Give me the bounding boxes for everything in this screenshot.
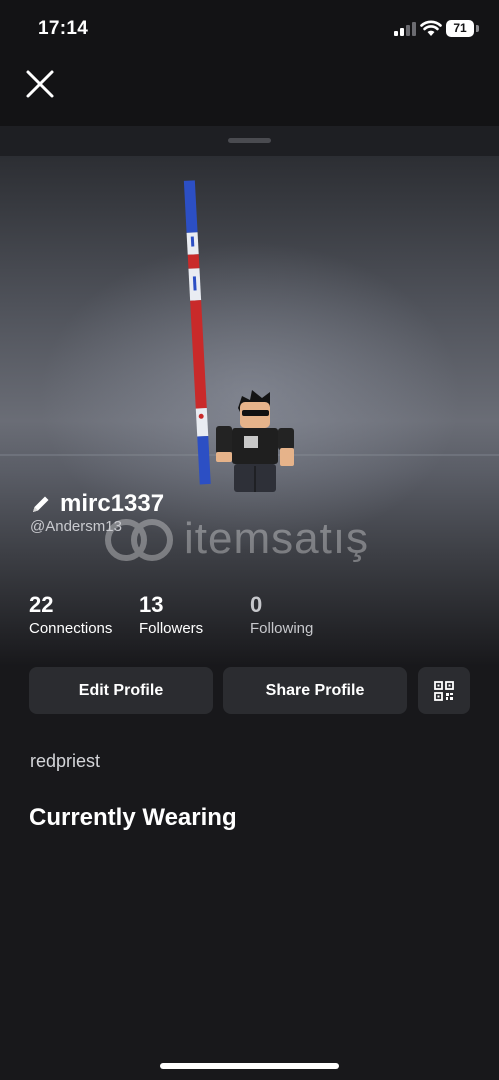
stat-connections[interactable]: 22 Connections [29, 592, 112, 637]
stat-value: 22 [29, 592, 54, 617]
watermark-text: itemsatış [184, 514, 370, 563]
battery-tip [476, 25, 479, 32]
stat-value: 0 [250, 592, 263, 617]
stat-label: Connections [29, 620, 113, 637]
cellular-signal-icon [394, 22, 416, 36]
share-profile-button[interactable]: Share Profile [223, 667, 407, 714]
top-header [0, 60, 499, 126]
battery-level: 71 [446, 20, 474, 37]
username-row: mirc1337 [30, 486, 164, 522]
qr-code-icon [434, 680, 454, 701]
avatar-scene: itemsatış [0, 156, 499, 666]
drag-handle[interactable] [228, 138, 271, 143]
wifi-icon [420, 20, 442, 36]
status-bar: 17:14 71 [0, 0, 499, 60]
close-icon[interactable] [20, 64, 60, 104]
username-handle: @Andersm13 [30, 518, 122, 535]
status-time: 17:14 [38, 18, 89, 39]
currently-wearing-heading: Currently Wearing [29, 804, 237, 831]
pencil-icon[interactable] [30, 493, 52, 515]
battery-icon: 71 [446, 20, 479, 37]
stat-followers[interactable]: 13 Followers [139, 592, 203, 637]
edit-profile-button[interactable]: Edit Profile [29, 667, 213, 714]
profile-bio: redpriest [30, 751, 101, 771]
avatar-figure [183, 180, 294, 492]
display-name: mirc1337 [60, 490, 165, 517]
stat-value: 13 [139, 592, 164, 617]
stat-following[interactable]: 0 Following [250, 592, 313, 637]
stat-label: Followers [139, 620, 204, 637]
sheet-top [0, 126, 499, 156]
qr-code-button[interactable] [418, 667, 470, 714]
home-indicator[interactable] [160, 1063, 339, 1069]
stat-label: Following [250, 620, 314, 637]
